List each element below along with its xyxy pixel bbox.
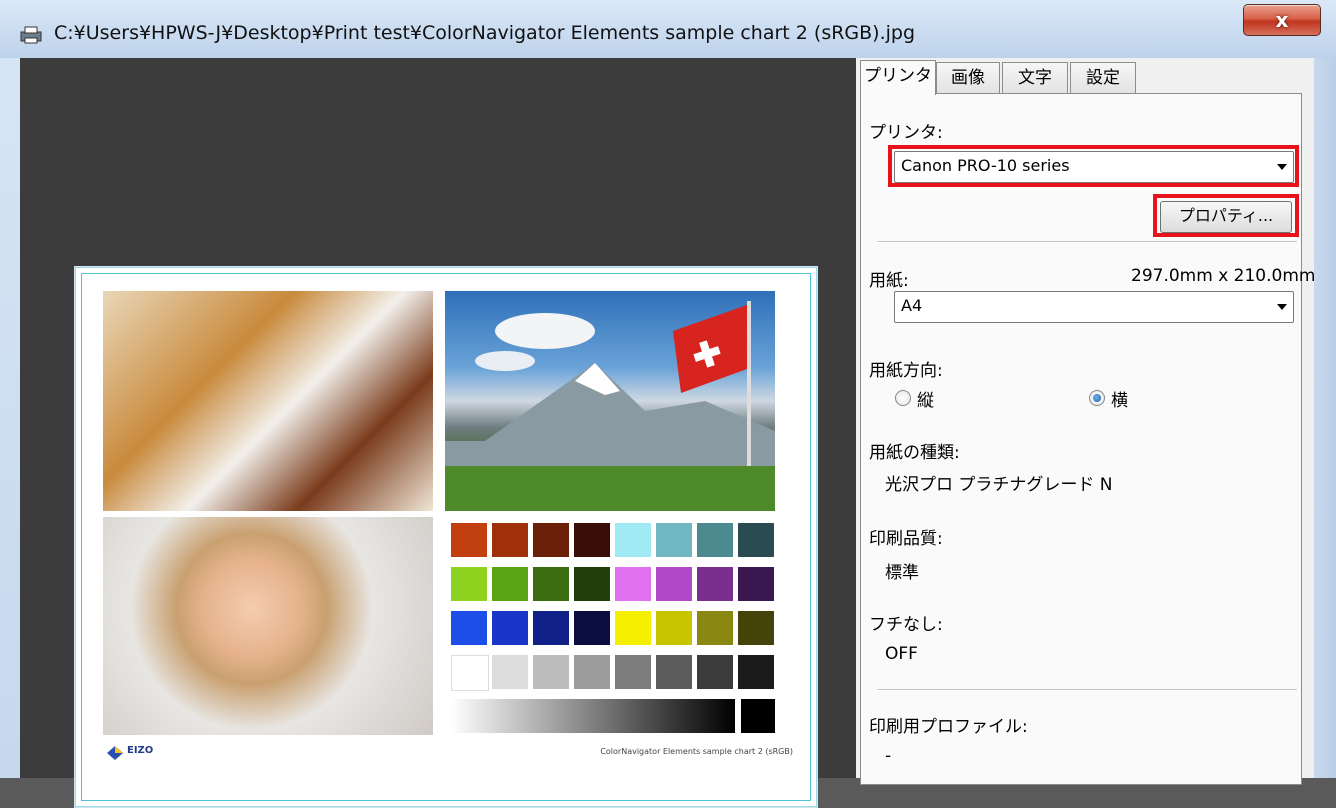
chevron-down-icon	[1277, 304, 1287, 310]
black-patch	[741, 699, 775, 733]
photo-child	[103, 517, 433, 735]
landscape-radio[interactable]	[1089, 390, 1105, 406]
print-preview-area: EIZO ColorNavigator Elements sample char…	[20, 58, 856, 808]
print-page-preview: EIZO ColorNavigator Elements sample char…	[74, 266, 818, 808]
chart-caption: ColorNavigator Elements sample chart 2 (…	[600, 747, 793, 756]
color-swatch	[697, 567, 733, 601]
paper-size-value: A4	[901, 296, 923, 315]
swatch-tick-row	[451, 516, 775, 522]
color-swatch	[738, 611, 774, 645]
color-swatch	[574, 655, 610, 689]
mountain-drawing	[445, 301, 775, 511]
printer-tab-content: プリンタ: Canon PRO-10 series プロパティ... 用紙: 2…	[860, 93, 1315, 785]
settings-panel: プリンタ 画像 文字 設定 プリンタ: Canon PRO-10 series …	[856, 58, 1315, 785]
landscape-label[interactable]: 横	[1111, 386, 1128, 411]
quality-value: 標準	[885, 563, 919, 583]
print-profile-value: -	[885, 746, 892, 766]
color-swatch	[492, 523, 528, 557]
portrait-label[interactable]: 縦	[917, 386, 934, 411]
chevron-down-icon	[1277, 164, 1287, 170]
tab-printer[interactable]: プリンタ	[860, 60, 936, 95]
color-swatch	[574, 611, 610, 645]
tab-text[interactable]: 文字	[1002, 62, 1068, 94]
properties-button[interactable]: プロパティ...	[1160, 201, 1292, 233]
color-swatch	[533, 523, 569, 557]
color-swatch	[492, 567, 528, 601]
color-swatch	[615, 523, 651, 557]
color-swatch	[492, 611, 528, 645]
quality-label: 印刷品質:	[869, 529, 943, 549]
paper-label: 用紙:	[869, 271, 909, 291]
print-profile-label: 印刷用プロファイル:	[869, 717, 1028, 737]
printer-select[interactable]: Canon PRO-10 series	[894, 151, 1294, 183]
color-swatch	[738, 567, 774, 601]
eizo-logo-text: EIZO	[127, 745, 154, 756]
color-swatch	[656, 611, 692, 645]
photo-breakfast	[103, 291, 433, 511]
color-swatch	[656, 655, 692, 689]
window-title: C:¥Users¥HPWS-J¥Desktop¥Print test¥Color…	[54, 22, 916, 44]
paper-size-select[interactable]: A4	[894, 291, 1294, 323]
color-swatch	[697, 655, 733, 689]
printer-label: プリンタ:	[869, 123, 943, 143]
window-right-frame	[1314, 58, 1336, 778]
printer-select-value: Canon PRO-10 series	[901, 156, 1070, 175]
color-swatch	[738, 655, 774, 689]
paper-type-value: 光沢プロ プラチナグレード N	[885, 475, 1113, 495]
paper-dimensions: 297.0mm x 210.0mm	[1131, 266, 1316, 286]
color-swatch	[451, 611, 487, 645]
color-swatch	[451, 655, 489, 691]
color-swatch	[533, 567, 569, 601]
color-swatch	[738, 523, 774, 557]
portrait-radio[interactable]	[895, 390, 911, 406]
color-swatch	[451, 567, 487, 601]
tab-settings[interactable]: 設定	[1070, 62, 1136, 94]
borderless-label: フチなし:	[869, 615, 943, 635]
color-swatch	[656, 567, 692, 601]
color-swatch	[615, 655, 651, 689]
divider	[877, 689, 1297, 691]
borderless-value: OFF	[885, 644, 918, 664]
color-swatch	[615, 567, 651, 601]
title-bar[interactable]: C:¥Users¥HPWS-J¥Desktop¥Print test¥Color…	[0, 0, 1336, 58]
color-swatch	[656, 523, 692, 557]
color-swatch	[533, 611, 569, 645]
color-swatch	[697, 523, 733, 557]
printer-app-icon	[20, 26, 42, 44]
color-swatch	[697, 611, 733, 645]
paper-type-label: 用紙の種類:	[869, 443, 960, 463]
color-swatch	[615, 611, 651, 645]
tab-image[interactable]: 画像	[936, 62, 1000, 94]
photo-matterhorn	[445, 291, 775, 511]
color-swatch	[533, 655, 569, 689]
orientation-label: 用紙方向:	[869, 361, 943, 381]
color-swatch	[574, 523, 610, 557]
color-swatch	[492, 655, 528, 689]
color-swatch	[451, 523, 487, 557]
print-dialog-window: C:¥Users¥HPWS-J¥Desktop¥Print test¥Color…	[0, 0, 1336, 808]
close-button[interactable]: x	[1243, 4, 1321, 36]
color-swatch	[574, 567, 610, 601]
divider	[877, 241, 1297, 243]
grayscale-gradient-bar	[451, 699, 735, 733]
close-icon: x	[1275, 8, 1289, 32]
